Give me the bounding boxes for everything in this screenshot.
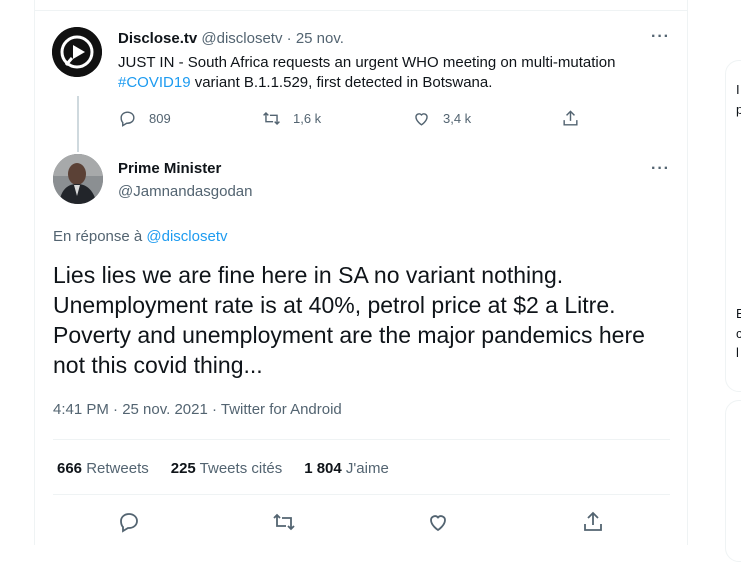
reply-prefix: En réponse à (53, 228, 147, 245)
reply-icon (120, 513, 138, 533)
main-more-icon[interactable]: ··· (651, 160, 670, 178)
main-name-text: Prime Minister (118, 160, 222, 177)
likes-stat[interactable]: 1 804 J'aime (304, 460, 389, 477)
retweets-stat-count: 666 (57, 460, 83, 477)
more-icon[interactable]: ··· (651, 28, 670, 46)
parent-date[interactable]: 25 nov. (296, 30, 344, 47)
like-icon (415, 113, 428, 126)
top-divider (34, 0, 688, 11)
divider (53, 439, 670, 440)
sidebar-fragment: p (736, 102, 741, 117)
retweet-button[interactable]: 1,6 k (262, 109, 321, 128)
reply-count: 809 (149, 111, 171, 126)
like-icon (430, 515, 446, 532)
main-display-name[interactable]: Prime Minister (118, 160, 221, 178)
like-count: 3,4 k (443, 111, 472, 126)
parent-tweet-text: JUST IN - South Africa requests an urgen… (118, 53, 673, 93)
disclosetv-avatar[interactable] (52, 27, 102, 77)
parent-tweet-header: Disclose.tv @disclosetv · 25 nov. (118, 30, 344, 47)
retweets-stat-label: Retweets (86, 460, 149, 477)
share-button[interactable] (561, 109, 592, 128)
thread-connector (77, 96, 79, 152)
likes-stat-label: J'aime (345, 460, 389, 477)
quotes-stat[interactable]: 225 Tweets cités (171, 460, 282, 477)
main-like-button[interactable] (426, 510, 450, 534)
main-reply-button[interactable] (117, 510, 141, 534)
parent-text-part1: JUST IN - South Africa requests an urgen… (118, 54, 616, 71)
parent-text-part2: variant B.1.1.529, first detected in Bot… (190, 74, 493, 91)
sidebar-fragment: E (736, 306, 741, 321)
retweets-stat[interactable]: 666 Retweets (57, 460, 149, 477)
parent-handle[interactable]: @disclosetv (201, 30, 282, 47)
tweet-stats: 666 Retweets 225 Tweets cités 1 804 J'ai… (57, 460, 389, 477)
dot-separator: · (286, 30, 292, 47)
retweet-icon (263, 111, 280, 126)
reply-icon (120, 111, 135, 127)
reply-button[interactable]: 809 (118, 109, 171, 128)
divider (53, 494, 670, 495)
reply-context: En réponse à @disclosetv (53, 228, 228, 245)
sidebar-card (725, 400, 741, 562)
tweet-meta[interactable]: 4:41 PM · 25 nov. 2021 · Twitter for And… (53, 401, 342, 418)
hashtag-link[interactable]: #COVID19 (118, 74, 191, 91)
share-icon (563, 110, 578, 126)
quotes-stat-label: Tweets cités (199, 460, 283, 477)
avatar-photo (53, 154, 103, 204)
parent-display-name[interactable]: Disclose.tv (118, 30, 197, 47)
main-share-button[interactable] (581, 510, 605, 534)
sidebar-fragment: I (736, 82, 740, 97)
retweet-count: 1,6 k (293, 111, 322, 126)
quotes-stat-count: 225 (170, 460, 196, 477)
like-button[interactable]: 3,4 k (412, 109, 471, 128)
likes-stat-count: 1 804 (304, 460, 342, 477)
share-icon (584, 511, 602, 531)
sidebar-fragment[interactable]: c (736, 326, 741, 341)
disclosetv-logo-icon (52, 27, 102, 77)
sidebar-fragment: l (736, 345, 739, 360)
reply-to-link[interactable]: @disclosetv (146, 228, 227, 245)
main-tweet-text: Lies lies we are fine here in SA no vari… (53, 262, 645, 378)
main-retweet-button[interactable] (272, 510, 296, 534)
retweet-icon (273, 513, 295, 531)
main-handle[interactable]: @Jamnandasgodan (118, 183, 253, 200)
prime-minister-avatar[interactable] (53, 154, 103, 204)
